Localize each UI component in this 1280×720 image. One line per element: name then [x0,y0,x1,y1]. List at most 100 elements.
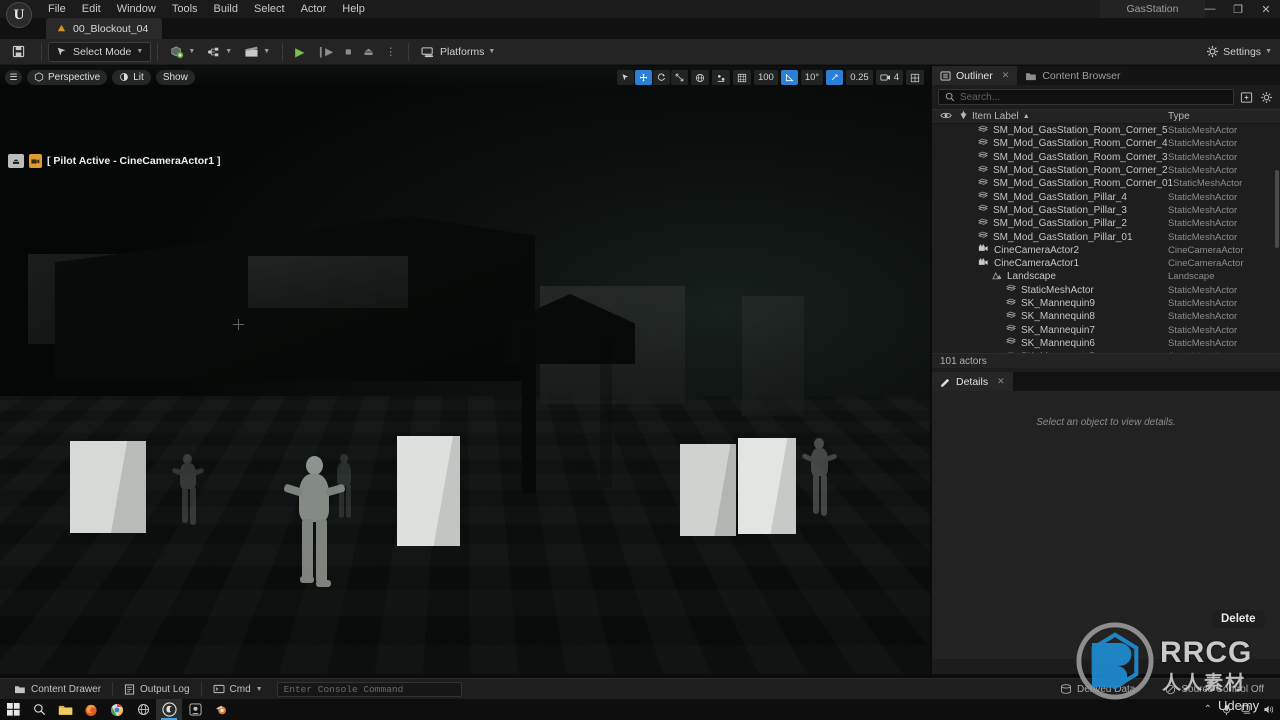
app-icon[interactable] [182,699,208,720]
grid-snap-value[interactable]: 100 [753,70,778,85]
outliner-row[interactable]: SM_Mod_GasStation_Room_Corner_01 StaticMe… [932,177,1280,190]
menu-item-tools[interactable]: Tools [164,0,206,18]
outliner-row[interactable]: SM_Mod_GasStation_Pillar_01 StaticMeshAct… [932,230,1280,243]
surface-snap-button[interactable] [711,70,730,85]
firefox-icon[interactable] [78,699,104,720]
browser-icon[interactable] [130,699,156,720]
type-column[interactable]: Type [1168,111,1280,122]
outliner-scrollbar[interactable] [1275,170,1279,248]
minimize-button[interactable]: — [1196,0,1224,18]
search-field-wrapper[interactable] [938,89,1234,105]
cinematics-button[interactable]: ▼ [238,42,276,62]
close-icon[interactable]: ✕ [997,376,1005,387]
save-search-button[interactable] [1239,90,1254,105]
outliner-row[interactable]: SM_Mod_GasStation_Pillar_3 StaticMeshActo… [932,204,1280,217]
eject-pilot-icon[interactable]: ⏏ [8,154,24,168]
network-icon[interactable] [1241,704,1253,715]
scale-snap-button[interactable] [826,70,844,85]
tab-outliner[interactable]: Outliner ✕ [932,66,1018,85]
visibility-column-icon[interactable] [937,111,955,123]
skip-button[interactable]: ❙▶ [310,42,339,62]
angle-snap-button[interactable] [780,70,798,85]
content-drawer-button[interactable]: Content Drawer [6,681,109,697]
play-options-button[interactable]: ⋮ [380,42,403,62]
outliner-row[interactable]: CineCameraActor1 CineCameraActor [932,257,1280,270]
unreal-icon[interactable] [156,699,182,720]
viewport-perspective-button[interactable]: Perspective [27,69,108,85]
outliner-row[interactable]: StaticMeshActor StaticMeshActor [932,284,1280,297]
derived-data-button[interactable]: Derived Data [1052,681,1143,697]
level-viewport[interactable]: ☰ Perspective Lit Show 100 10° 0.25 4 ⏏ … [0,66,930,674]
select-mode-button[interactable]: Select Mode ▼ [48,41,152,62]
pin-column-icon[interactable] [955,110,972,123]
move-tool-button[interactable] [634,70,652,85]
world-space-button[interactable] [690,70,709,85]
add-actor-button[interactable]: ▼ [164,42,201,62]
console-command-input[interactable]: Enter Console Command [276,681,462,697]
outliner-row[interactable]: SM_Mod_GasStation_Room_Corner_4 StaticMes… [932,137,1280,150]
output-log-button[interactable]: Output Log [116,681,197,697]
grid-snap-button[interactable] [732,70,751,85]
cmd-dropdown-button[interactable]: Cmd ▼ [205,681,271,697]
scale-tool-button[interactable] [670,70,688,85]
tab-details[interactable]: Details ✕ [932,372,1013,391]
outliner-item-list[interactable]: SM_Mod_GasStation_Room_Corner_5 StaticMes… [932,124,1280,353]
item-label-column[interactable]: Item Label ▲ [972,111,1168,122]
outliner-row[interactable]: SK_Mannequin7 StaticMeshActor [932,323,1280,336]
rotate-tool-button[interactable] [652,70,670,85]
blueprint-button[interactable]: ▼ [201,42,238,62]
outliner-row[interactable]: SM_Mod_GasStation_Pillar_4 StaticMeshActo… [932,190,1280,203]
viewport-menu-button[interactable]: ☰ [5,69,22,85]
chevron-up-icon[interactable]: ⌃ [1204,704,1212,715]
pilot-camera-icon[interactable] [29,154,42,168]
outliner-row[interactable]: SM_Mod_GasStation_Room_Corner_3 StaticMes… [932,151,1280,164]
select-tool-button[interactable] [616,70,634,85]
outliner-row[interactable]: Landscape Landscape [932,270,1280,283]
search-input[interactable] [960,91,1227,103]
start-icon[interactable] [0,699,26,720]
viewport-layout-button[interactable] [906,70,924,85]
menu-item-file[interactable]: File [40,0,74,18]
maximize-button[interactable]: ❐ [1224,0,1252,18]
outliner-row[interactable]: SM_Mod_GasStation_Room_Corner_2 StaticMes… [932,164,1280,177]
tab-content-browser[interactable]: Content Browser [1017,66,1129,85]
viewport-show-button[interactable]: Show [155,69,195,85]
platforms-button[interactable]: Platforms ▼ [415,42,501,62]
menu-item-window[interactable]: Window [109,0,164,18]
unreal-logo-icon[interactable]: U [6,2,32,28]
menu-item-actor[interactable]: Actor [293,0,335,18]
save-button[interactable] [6,42,35,62]
search-icon[interactable] [26,699,52,720]
blender-icon[interactable] [208,699,234,720]
volume-icon[interactable] [1263,704,1274,715]
outliner-row[interactable]: SM_Mod_GasStation_Pillar_2 StaticMeshActo… [932,217,1280,230]
outliner-row[interactable]: SK_Mannequin9 StaticMeshActor [932,297,1280,310]
outliner-row[interactable]: SK_Mannequin8 StaticMeshActor [932,310,1280,323]
chrome-icon[interactable] [104,699,130,720]
angle-snap-value[interactable]: 10° [800,70,824,85]
level-tab-blockout[interactable]: 00_Blockout_04 [46,18,163,39]
pilot-banner[interactable]: ⏏ [ Pilot Active - CineCameraActor1 ] [8,154,221,168]
menu-item-edit[interactable]: Edit [74,0,109,18]
stop-button[interactable]: ■ [339,42,357,62]
close-button[interactable]: ✕ [1252,0,1280,18]
menu-item-help[interactable]: Help [334,0,373,18]
menu-item-build[interactable]: Build [206,0,246,18]
close-icon[interactable]: ✕ [1002,70,1010,81]
settings-button[interactable]: Settings ▼ [1206,42,1272,62]
outliner-settings-button[interactable] [1259,90,1274,105]
play-button[interactable]: ▶ [289,42,310,62]
scale-snap-value[interactable]: 0.25 [846,70,873,85]
outliner-row[interactable]: SK_Mannequin5 StaticMeshActor [932,350,1280,353]
outliner-row[interactable]: SK_Mannequin6 StaticMeshActor [932,337,1280,350]
explorer-icon[interactable] [52,699,78,720]
outliner-row[interactable]: CineCameraActor2 CineCameraActor [932,244,1280,257]
source-control-button[interactable]: Source Control Off [1157,681,1272,697]
eject-button[interactable]: ⏏ [358,42,380,62]
menu-item-select[interactable]: Select [246,0,293,18]
globe-icon [695,73,705,82]
microphone-icon[interactable] [1222,704,1231,716]
viewport-lit-button[interactable]: Lit [112,69,151,85]
camera-speed-button[interactable]: 4 [875,70,903,85]
outliner-row[interactable]: SM_Mod_GasStation_Room_Corner_5 StaticMes… [932,124,1280,137]
